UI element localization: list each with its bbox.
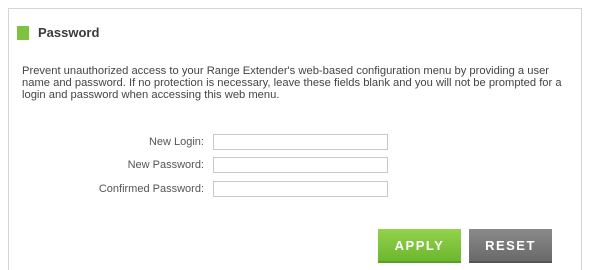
new-password-label: New Password:: [127, 159, 204, 171]
confirmed-password-row: Confirmed Password:: [0, 181, 590, 198]
section-title: Password: [38, 25, 100, 40]
section-description: Prevent unauthorized access to your Rang…: [22, 65, 562, 102]
reset-button[interactable]: RESET: [469, 229, 552, 263]
new-password-row: New Password:: [0, 157, 590, 174]
section-marker-icon: [17, 25, 29, 40]
confirmed-password-input[interactable]: [213, 181, 388, 197]
confirmed-password-label: Confirmed Password:: [98, 183, 204, 195]
new-login-row: New Login:: [0, 134, 590, 151]
new-login-input[interactable]: [213, 134, 388, 150]
apply-button[interactable]: APPLY: [378, 229, 461, 263]
section-header: Password: [17, 25, 99, 40]
new-password-input[interactable]: [213, 157, 388, 173]
new-login-label: New Login:: [148, 136, 204, 148]
